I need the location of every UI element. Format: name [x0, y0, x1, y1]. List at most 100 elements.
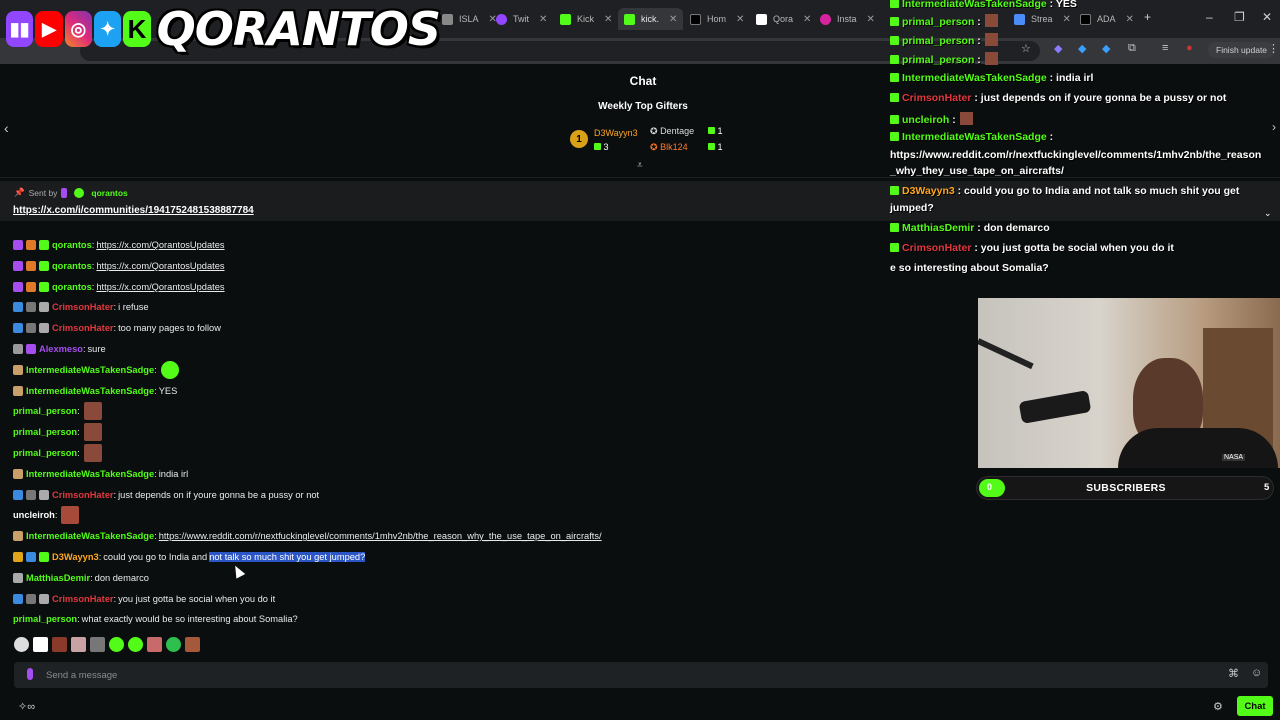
browser-tab[interactable]: Kick ✕	[554, 8, 618, 30]
browser-tab[interactable]: Qora ✕	[750, 8, 817, 30]
chat-link[interactable]: https://x.com/QorantosUpdates	[96, 282, 224, 292]
chat-message: CrimsonHater: you just gotta be social wh…	[13, 590, 275, 608]
streamer-body	[1118, 428, 1278, 468]
webcam-feed: NASA	[978, 298, 1280, 468]
chat-username[interactable]: primal_person	[13, 427, 77, 437]
chat-username[interactable]: uncleiroh	[13, 510, 55, 520]
user-badge-icon	[13, 531, 23, 542]
user-badge-icon	[26, 240, 36, 250]
pinned-user[interactable]: qorantos	[91, 188, 127, 198]
gifter-count-value: 3	[603, 142, 609, 152]
chat-username[interactable]: IntermediateWasTakenSadge	[26, 531, 154, 541]
emote-icon[interactable]	[147, 637, 162, 652]
chat-message: CrimsonHater: too many pages to follow	[13, 319, 221, 337]
gifter-name[interactable]: ✪ Blk124	[650, 142, 688, 153]
chat-username[interactable]: primal_person	[13, 614, 77, 624]
overlay-username: CrimsonHater	[902, 92, 972, 104]
separator: :	[154, 531, 157, 542]
chat-username[interactable]: qorantos	[52, 282, 92, 292]
chat-link[interactable]: https://x.com/QorantosUpdates	[96, 261, 224, 271]
infinity-icon[interactable]: ✧∞	[18, 700, 35, 713]
emoji-icon[interactable]: ☺	[1251, 667, 1262, 679]
command-icon[interactable]: ⌘	[1228, 667, 1239, 680]
separator: :	[154, 468, 157, 479]
chat-link[interactable]: https://x.com/QorantosUpdates	[96, 240, 224, 250]
message-input[interactable]	[46, 666, 1226, 684]
chevron-down-icon[interactable]: ⌄	[1264, 208, 1272, 219]
gear-icon[interactable]: ⚙	[1213, 700, 1223, 713]
gear-badge-icon: ✪	[650, 126, 658, 136]
user-badge-icon	[13, 552, 23, 562]
kick-badge-icon	[890, 186, 899, 195]
send-chat-button[interactable]: Chat	[1237, 696, 1273, 716]
emote-icon[interactable]	[14, 637, 29, 652]
browser-tab[interactable]: Twit ✕	[490, 8, 553, 30]
close-icon[interactable]: ✕	[736, 14, 744, 25]
browser-tab[interactable]: Hom ✕	[684, 8, 750, 30]
chat-username[interactable]: CrimsonHater	[52, 323, 113, 333]
emote-icon[interactable]	[33, 637, 48, 652]
emote-icon	[83, 444, 102, 462]
overlay-chat-line: jumped?	[890, 202, 934, 214]
top-gifters: 1 D3Wayyn3 3 ✪ Dentage 1 ✪ Blk124 1	[570, 124, 730, 164]
kick-icon: K	[123, 11, 151, 47]
instagram-icon: ◎	[64, 11, 92, 47]
chat-username[interactable]: IntermediateWasTakenSadge	[26, 365, 154, 375]
tab-label: ISLA	[459, 14, 479, 24]
emote-icon	[959, 112, 973, 125]
tab-label: Insta	[837, 14, 857, 24]
chat-username[interactable]: qorantos	[52, 240, 92, 250]
chat-message: Alexmeso: sure	[13, 340, 106, 358]
chat-username[interactable]: IntermediateWasTakenSadge	[26, 469, 154, 479]
chevron-left-icon[interactable]: ‹	[4, 120, 9, 136]
close-icon[interactable]: ✕	[867, 14, 875, 25]
chat-text: just depends on if youre gonna be a puss…	[118, 489, 320, 500]
emote-icon[interactable]	[166, 637, 181, 652]
chat-text: i refuse	[118, 302, 149, 313]
pinned-sender: 📌 Sent by qorantos	[14, 187, 128, 198]
pinned-link[interactable]: https://x.com/i/communities/194175248153…	[13, 205, 254, 216]
chat-username[interactable]: CrimsonHater	[52, 490, 113, 500]
tab-label: Twit	[513, 14, 530, 24]
kick-badge-icon	[890, 223, 899, 232]
emote-icon[interactable]	[185, 637, 200, 652]
chat-username[interactable]: MatthiasDemir	[26, 573, 90, 583]
overlay-username: uncleiroh	[902, 114, 950, 126]
emote-bar	[14, 637, 200, 653]
separator: :	[98, 552, 102, 562]
browser-tab-active[interactable]: kick. ✕	[618, 8, 684, 30]
close-icon[interactable]: ✕	[604, 14, 612, 25]
close-icon[interactable]: ✕	[669, 14, 677, 25]
emote-icon[interactable]	[109, 637, 124, 652]
subscriber-goal-bar: 0 SUBSCRIBERS 5	[976, 476, 1274, 500]
chat-username[interactable]: CrimsonHater	[52, 302, 113, 312]
emote-icon	[984, 33, 998, 46]
emote-icon[interactable]	[71, 637, 86, 652]
collapse-icon[interactable]: ⩡	[637, 160, 643, 171]
chat-message: qorantos: https://x.com/QorantosUpdates	[13, 236, 225, 254]
close-icon[interactable]: ✕	[803, 14, 811, 25]
chat-username[interactable]: qorantos	[52, 261, 92, 271]
emote-icon[interactable]	[128, 637, 143, 652]
gifter-name[interactable]: ✪ Dentage	[650, 126, 694, 137]
chat-username[interactable]: IntermediateWasTakenSadge	[26, 386, 154, 396]
emote-icon	[83, 423, 102, 442]
user-badge-icon	[13, 572, 23, 583]
chat-username[interactable]: Alexmeso	[39, 344, 83, 354]
separator: :	[113, 593, 117, 604]
browser-tab[interactable]: Insta ✕	[814, 8, 881, 30]
mic-icon[interactable]	[27, 668, 33, 680]
chat-username[interactable]: primal_person	[13, 406, 77, 416]
chat-username[interactable]: D3Wayyn3	[52, 552, 99, 562]
overlay-text: :	[977, 54, 981, 66]
gifter-name[interactable]: D3Wayyn3	[594, 128, 638, 138]
user-badge-icon	[13, 302, 23, 313]
chat-username[interactable]: CrimsonHater	[52, 594, 113, 604]
chat-link[interactable]: https://www.reddit.com/r/nextfuckingleve…	[159, 531, 602, 541]
chat-username[interactable]: primal_person	[13, 448, 77, 458]
close-icon[interactable]: ✕	[539, 14, 547, 25]
overlay-username: D3Wayyn3	[902, 185, 955, 197]
chat-message: primal_person:	[13, 423, 102, 442]
emote-icon[interactable]	[52, 637, 67, 652]
emote-icon[interactable]	[90, 637, 105, 652]
